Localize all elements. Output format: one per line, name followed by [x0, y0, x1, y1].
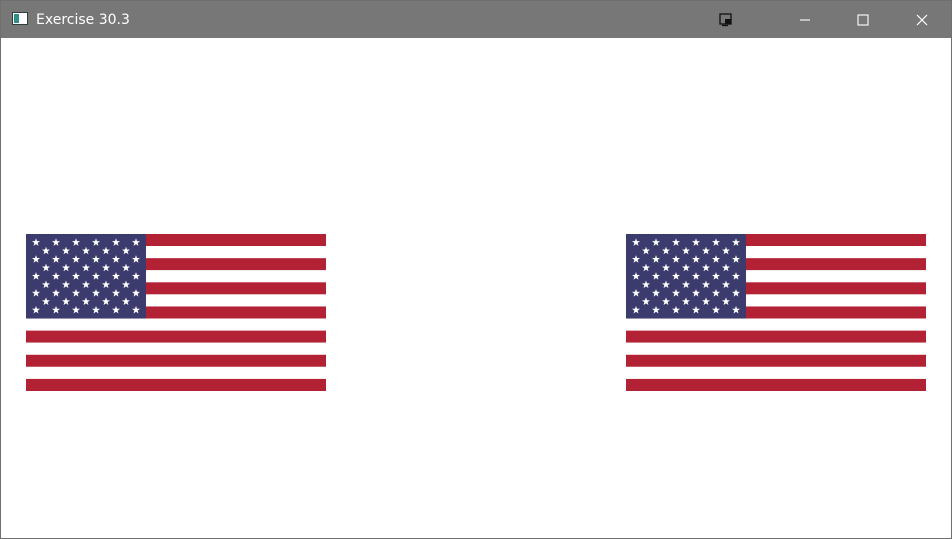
flag-stripe [26, 342, 326, 355]
left-us-flag [26, 234, 326, 391]
flag-canton [26, 234, 146, 319]
flag-stripe [626, 366, 926, 379]
minimize-button[interactable] [777, 1, 833, 38]
flag-stripe [626, 330, 926, 343]
flag-canton [626, 234, 746, 319]
application-window: Exercise 30.3 [0, 0, 952, 539]
flag-stripe [626, 354, 926, 367]
maximize-icon [857, 13, 869, 26]
window-title: Exercise 30.3 [36, 12, 130, 28]
flag-stripe [626, 342, 926, 355]
flag-stripe [626, 378, 926, 391]
flag-stripe [26, 318, 326, 331]
pip-icon [719, 12, 732, 26]
flag-stripe [26, 366, 326, 379]
minimize-icon [800, 18, 810, 21]
close-button[interactable] [893, 1, 951, 38]
close-icon [916, 14, 928, 25]
app-icon [12, 12, 28, 25]
title-bar[interactable]: Exercise 30.3 [1, 1, 951, 38]
flag-stripe [626, 318, 926, 331]
flag-stripe [26, 378, 326, 391]
picture-in-picture-button[interactable] [709, 1, 743, 38]
right-us-flag [626, 234, 926, 391]
maximize-button[interactable] [835, 1, 891, 38]
window-content [1, 38, 951, 538]
flag-stripe [26, 330, 326, 343]
flag-stripe [26, 354, 326, 367]
